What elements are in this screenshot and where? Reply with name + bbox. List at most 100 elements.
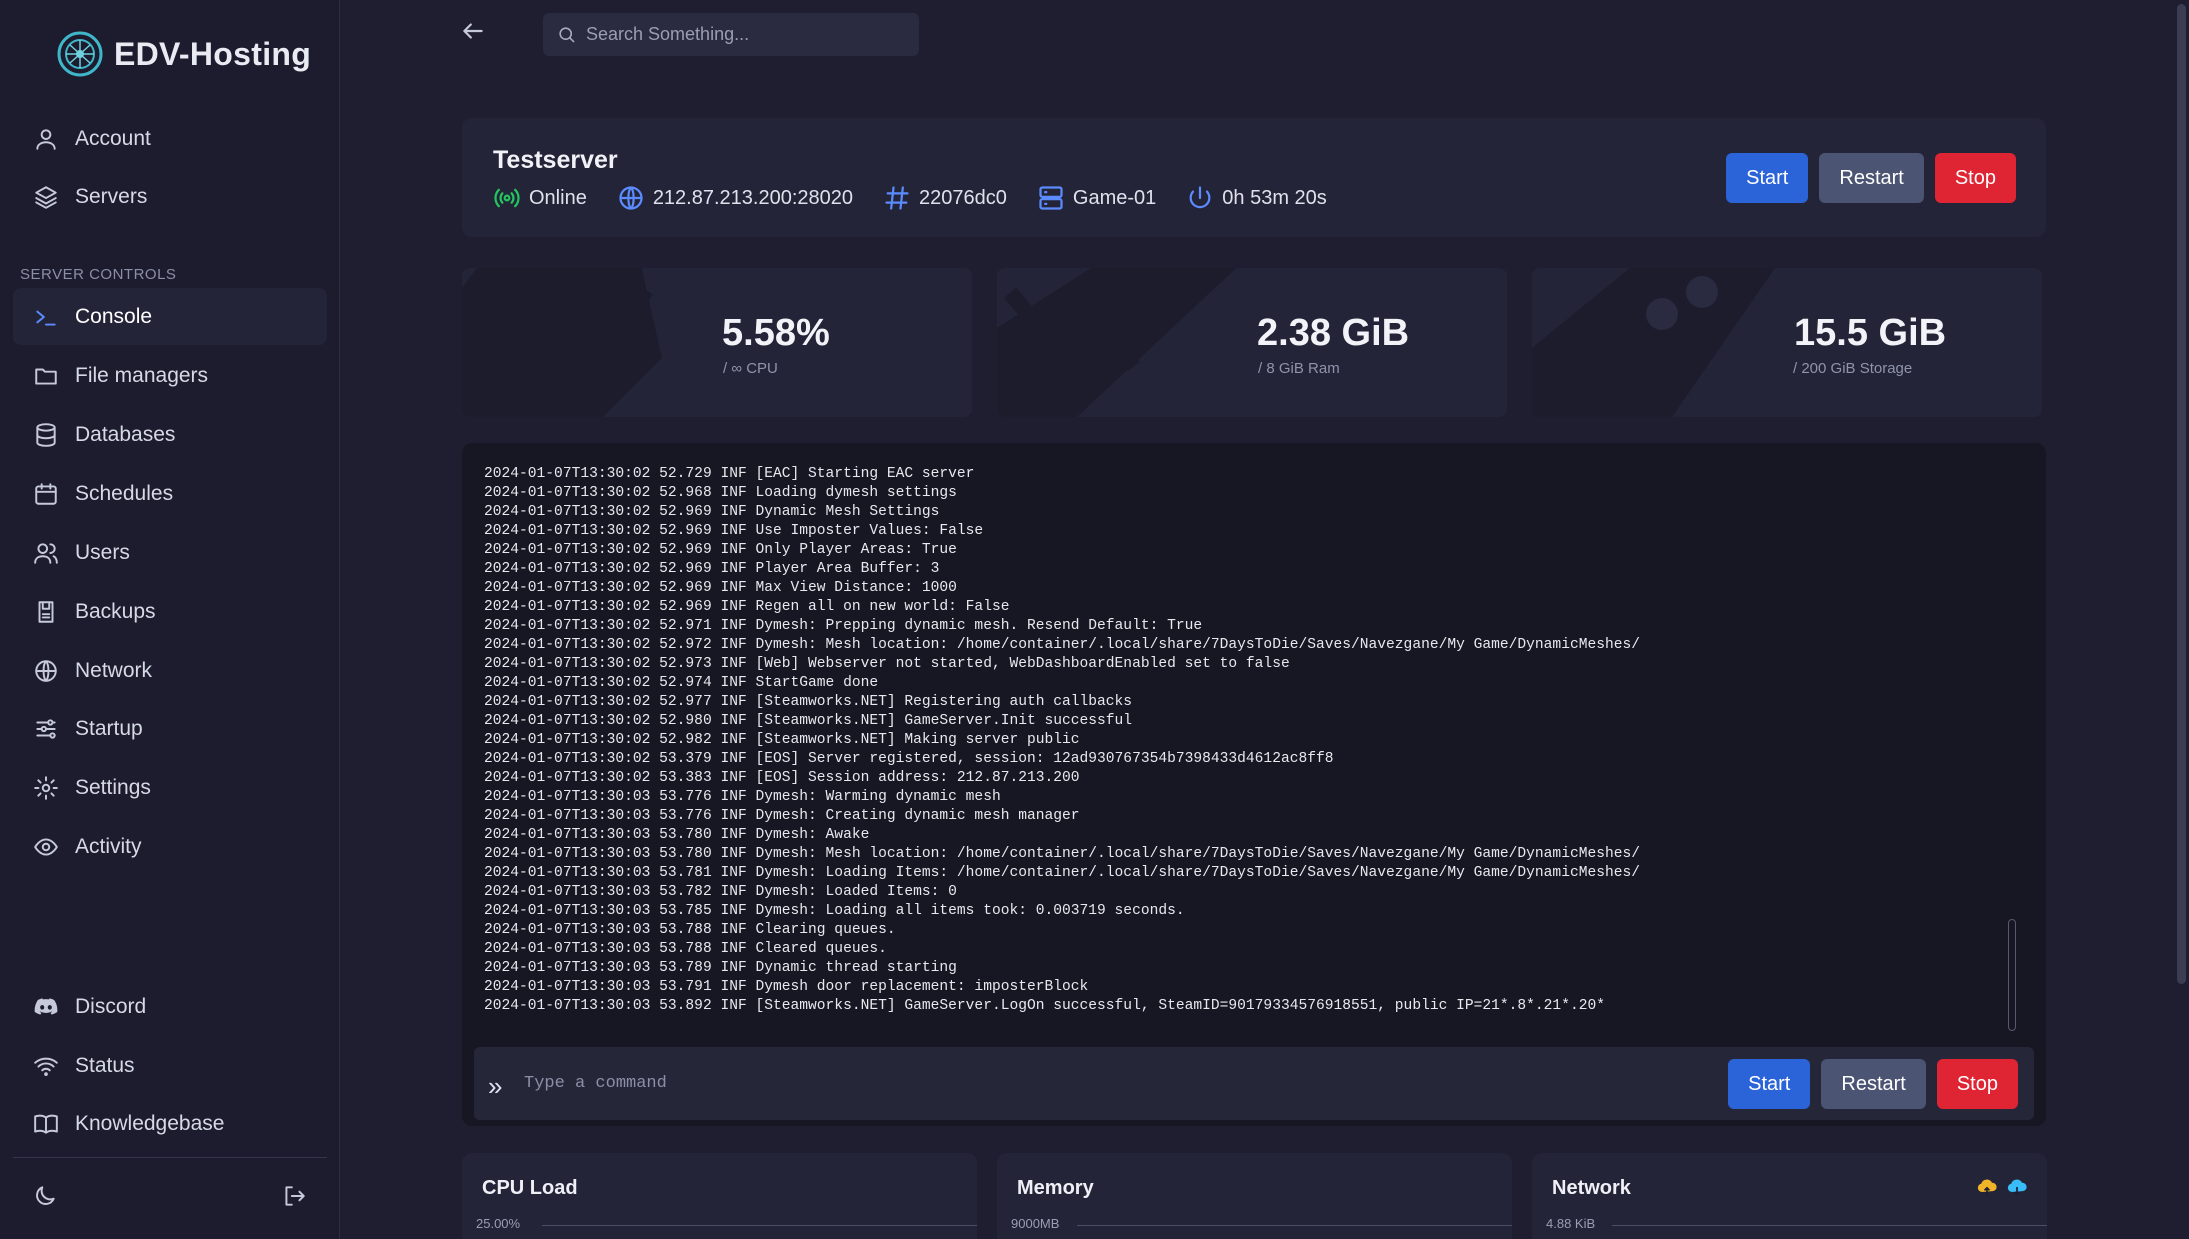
sidebar-item-users[interactable]: Users — [13, 524, 327, 581]
server-address[interactable]: 212.87.213.200:28020 — [617, 184, 853, 212]
user-icon — [36, 128, 56, 150]
console-line: 2024-01-07T13:30:02 52.969 INF Max View … — [484, 580, 957, 596]
chart-gridline — [1077, 1225, 1512, 1226]
server-node-text: Game-01 — [1072, 186, 1157, 209]
console-line: 2024-01-07T13:30:03 53.782 INF Dymesh: L… — [484, 884, 957, 900]
sidebar-item-label: Network — [75, 658, 153, 682]
search-bar[interactable] — [543, 13, 919, 56]
sidebar-item-activity[interactable]: Activity — [13, 818, 327, 875]
console-line: 2024-01-07T13:30:02 52.973 INF [Web] Web… — [484, 656, 1290, 672]
back-button[interactable] — [460, 18, 490, 48]
sidebar-item-label: Users — [75, 540, 130, 564]
cpu-limit: / ∞ CPU — [723, 360, 778, 377]
console-line: 2024-01-07T13:30:02 52.969 INF Only Play… — [484, 542, 957, 558]
server-address-text: 212.87.213.200:28020 — [652, 186, 854, 209]
search-input[interactable] — [586, 24, 906, 45]
sidebar-item-label: Databases — [75, 422, 176, 446]
signal-icon — [494, 188, 520, 208]
sidebar-item-backups[interactable]: Backups — [13, 583, 327, 640]
upload-cloud-icon[interactable] — [1977, 1177, 1997, 1197]
brand-name: EDV-Hosting — [114, 35, 312, 72]
sidebar-item-label: Servers — [75, 184, 148, 208]
page-scrollbar[interactable] — [2174, 0, 2189, 1239]
sidebar-item-databases[interactable]: Databases — [13, 406, 327, 463]
chart-title: Memory — [1017, 1177, 1094, 1199]
sidebar-item-label: Console — [75, 304, 153, 328]
console-line: 2024-01-07T13:30:03 53.780 INF Dymesh: M… — [484, 846, 1641, 862]
page-scrollbar-thumb[interactable] — [2177, 4, 2186, 984]
server-icon — [1039, 186, 1063, 210]
console-line: 2024-01-07T13:30:02 52.969 INF Player Ar… — [484, 561, 940, 577]
ram-value: 2.38 GiB — [1257, 312, 1410, 354]
layers-icon — [35, 185, 57, 209]
server-status-text: Online — [529, 186, 587, 209]
console-line: 2024-01-07T13:30:02 52.982 INF [Steamwor… — [484, 732, 1080, 748]
discord-icon — [34, 997, 58, 1015]
sidebar-item-status[interactable]: Status — [13, 1037, 327, 1094]
start-button[interactable]: Start — [1726, 153, 1809, 203]
stop-button[interactable]: Stop — [1934, 153, 2016, 203]
console-restart-button[interactable]: Restart — [1821, 1059, 1926, 1109]
sidebar-item-settings[interactable]: Settings — [13, 759, 327, 816]
cpu-load-chart: CPU Load 25.00% — [462, 1153, 977, 1239]
storage-limit: / 200 GiB Storage — [1793, 360, 1913, 377]
console-line: 2024-01-07T13:30:02 52.729 INF [EAC] Sta… — [484, 466, 975, 482]
console-panel: 2024-01-07T13:30:02 52.729 INF [EAC] Sta… — [462, 443, 2046, 1126]
sidebar-item-discord[interactable]: Discord — [13, 978, 327, 1035]
brand[interactable]: EDV-Hosting — [56, 30, 311, 78]
sidebar: EDV-Hosting Account Servers SERVER CONTR… — [0, 0, 340, 1239]
logout-button[interactable] — [281, 1183, 311, 1213]
console-stop-button[interactable]: Stop — [1936, 1059, 2018, 1109]
sidebar-item-network[interactable]: Network — [13, 642, 327, 699]
server-id-text: 22076dc0 — [919, 186, 1007, 209]
sidebar-item-label: Status — [75, 1053, 135, 1077]
gear-icon — [34, 775, 58, 800]
console-line: 2024-01-07T13:30:03 53.892 INF [Steamwor… — [484, 998, 1605, 1014]
storage-value: 15.5 GiB — [1794, 312, 1947, 354]
console-line: 2024-01-07T13:30:02 52.969 INF Use Impos… — [484, 523, 984, 539]
memory-stick-icon — [997, 268, 1237, 417]
calendar-icon — [35, 482, 57, 505]
sidebar-item-label: Startup — [75, 716, 143, 740]
command-bar: » Start Restart Stop — [474, 1047, 2034, 1120]
sidebar-item-console[interactable]: Console — [13, 288, 327, 345]
sidebar-item-servers[interactable]: Servers — [13, 168, 327, 225]
globe-icon — [619, 186, 643, 210]
sidebar-item-schedules[interactable]: Schedules — [13, 465, 327, 522]
command-input[interactable] — [524, 1067, 1624, 1099]
sidebar-item-knowledgebase[interactable]: Knowledgebase — [13, 1095, 327, 1152]
console-line: 2024-01-07T13:30:02 52.972 INF Dymesh: M… — [484, 637, 1641, 653]
console-output[interactable]: 2024-01-07T13:30:02 52.729 INF [EAC] Sta… — [484, 465, 2004, 1025]
sidebar-item-startup[interactable]: Startup — [13, 700, 327, 757]
wifi-icon — [34, 1057, 58, 1076]
ram-limit: / 8 GiB Ram — [1258, 360, 1340, 377]
sidebar-item-label: Schedules — [75, 481, 174, 505]
ram-stat-card: 2.38 GiB / 8 GiB Ram — [997, 268, 1507, 417]
download-cloud-icon[interactable] — [2007, 1177, 2027, 1197]
chart-title: Network — [1552, 1177, 1631, 1199]
console-line: 2024-01-07T13:30:02 53.379 INF [EOS] Ser… — [484, 751, 1334, 767]
console-line: 2024-01-07T13:30:03 53.785 INF Dymesh: L… — [484, 903, 1185, 919]
console-scrollbar[interactable] — [2008, 919, 2016, 1031]
book-icon — [34, 1114, 58, 1134]
console-start-button[interactable]: Start — [1728, 1059, 1811, 1109]
chart-axis-max: 25.00% — [476, 1216, 521, 1231]
server-uptime: 0h 53m 20s — [1186, 184, 1327, 212]
cpu-stat-card: 5.58% / ∞ CPU — [462, 268, 972, 417]
restart-button[interactable]: Restart — [1819, 153, 1924, 203]
console-line: 2024-01-07T13:30:03 53.789 INF Dynamic t… — [484, 960, 957, 976]
sidebar-item-label: Account — [75, 126, 151, 150]
chart-gridline — [542, 1225, 977, 1226]
power-icon — [1189, 186, 1211, 209]
sidebar-item-account[interactable]: Account — [13, 110, 327, 167]
sidebar-item-label: Knowledgebase — [75, 1111, 225, 1135]
console-line: 2024-01-07T13:30:03 53.788 INF Cleared q… — [484, 941, 887, 957]
brand-logo-icon — [57, 31, 103, 77]
search-icon — [559, 27, 575, 43]
server-header-card: Testserver Online 212.87.213.200:28020 2… — [462, 118, 2046, 237]
network-legend — [1977, 1177, 2027, 1197]
console-line: 2024-01-07T13:30:03 53.791 INF Dymesh do… — [484, 979, 1089, 995]
sidebar-item-file-managers[interactable]: File managers — [13, 347, 327, 404]
theme-toggle-button[interactable] — [32, 1183, 62, 1213]
chart-gridline — [1612, 1225, 2047, 1226]
